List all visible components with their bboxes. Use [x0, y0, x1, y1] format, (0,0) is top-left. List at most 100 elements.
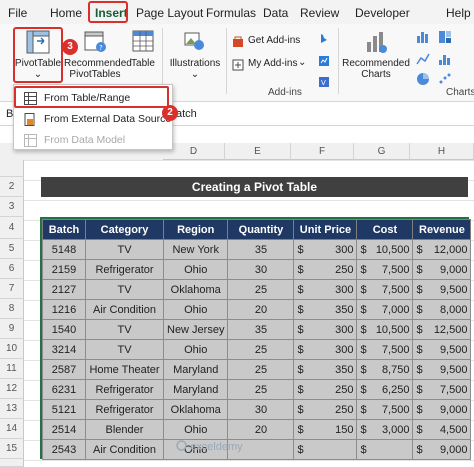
revenue-cell[interactable]: $9,500	[412, 359, 472, 380]
unit-price-cell[interactable]: $	[293, 439, 358, 460]
row-header[interactable]: 4	[0, 217, 24, 239]
batch-cell[interactable]: 1540	[42, 319, 86, 340]
tab-review[interactable]: Review	[300, 4, 339, 22]
unit-price-cell[interactable]: $300	[293, 339, 358, 360]
quantity-cell[interactable]: 25	[227, 379, 295, 400]
column-header-cell[interactable]: Batch	[42, 219, 86, 240]
category-cell[interactable]: Refrigerator	[85, 379, 164, 400]
formula-input[interactable]: atch	[176, 108, 197, 120]
batch-cell[interactable]: 5148	[42, 239, 86, 260]
quantity-cell[interactable]: 20	[227, 419, 295, 440]
table-button[interactable]: Table	[128, 28, 158, 82]
my-addins-button[interactable]: My Add-ins ⌄	[232, 57, 312, 73]
unit-price-cell[interactable]: $300	[293, 319, 358, 340]
revenue-cell[interactable]: $8,000	[412, 299, 472, 320]
recommended-pivottables-button[interactable]: ? Recommended PivotTables	[64, 28, 132, 82]
line-chart-icon[interactable]	[416, 52, 430, 66]
region-cell[interactable]: Oklahoma	[162, 399, 229, 420]
region-cell[interactable]: Ohio	[162, 299, 229, 320]
recommended-charts-button[interactable]: Recommended Charts	[342, 28, 410, 82]
column-header-f[interactable]: F	[291, 143, 354, 160]
region-cell[interactable]: New York	[162, 239, 229, 260]
batch-cell[interactable]: 6231	[42, 379, 86, 400]
category-cell[interactable]: TV	[85, 239, 164, 260]
category-cell[interactable]: Blender	[85, 419, 164, 440]
category-cell[interactable]: Refrigerator	[85, 399, 164, 420]
region-cell[interactable]: Ohio	[162, 339, 229, 360]
unit-price-cell[interactable]: $250	[293, 399, 358, 420]
get-addins-button[interactable]: Get Add-ins	[232, 34, 312, 50]
cost-cell[interactable]: $7,500	[356, 279, 414, 300]
unit-price-cell[interactable]: $250	[293, 379, 358, 400]
row-header[interactable]: 7	[0, 279, 24, 299]
row-header[interactable]: 2	[0, 177, 24, 197]
row-header[interactable]: 6	[0, 259, 24, 279]
region-cell[interactable]: Ohio	[162, 419, 229, 440]
batch-cell[interactable]: 2514	[42, 419, 86, 440]
unit-price-cell[interactable]: $150	[293, 419, 358, 440]
category-cell[interactable]: TV	[85, 339, 164, 360]
row-header[interactable]: 9	[0, 319, 24, 339]
tab-file[interactable]: File	[8, 4, 27, 22]
sheet-title[interactable]: Creating a Pivot Table	[41, 177, 468, 197]
revenue-cell[interactable]: $9,500	[412, 279, 472, 300]
cost-cell[interactable]: $10,500	[356, 319, 414, 340]
quantity-cell[interactable]: 25	[227, 279, 295, 300]
column-header-cell[interactable]: Unit Price	[293, 219, 358, 240]
revenue-cell[interactable]: $7,500	[412, 379, 472, 400]
revenue-cell[interactable]: $9,000	[412, 399, 472, 420]
column-header-g[interactable]: G	[354, 143, 410, 160]
unit-price-cell[interactable]: $300	[293, 239, 358, 260]
category-cell[interactable]: Home Theater	[85, 359, 164, 380]
region-cell[interactable]: Ohio	[162, 259, 229, 280]
unit-price-cell[interactable]: $250	[293, 259, 358, 280]
row-header[interactable]	[0, 160, 24, 177]
row-header[interactable]: 5	[0, 239, 24, 259]
quantity-cell[interactable]: 30	[227, 399, 295, 420]
category-cell[interactable]: Air Condition	[85, 439, 164, 460]
quantity-cell[interactable]: 25	[227, 359, 295, 380]
row-header[interactable]: 15	[0, 439, 24, 459]
row-header[interactable]: 12	[0, 379, 24, 399]
row-header[interactable]: 11	[0, 359, 24, 379]
row-header[interactable]: 8	[0, 299, 24, 319]
tab-formulas[interactable]: Formulas	[206, 4, 256, 22]
statistic-chart-icon[interactable]	[438, 52, 452, 66]
tab-home[interactable]: Home	[50, 4, 82, 22]
revenue-cell[interactable]: $9,000	[412, 259, 472, 280]
cost-cell[interactable]: $7,500	[356, 339, 414, 360]
quantity-cell[interactable]: 25	[227, 339, 295, 360]
batch-cell[interactable]: 5121	[42, 399, 86, 420]
quantity-cell[interactable]: 30	[227, 259, 295, 280]
cost-cell[interactable]: $10,500	[356, 239, 414, 260]
column-header-e[interactable]: E	[225, 143, 291, 160]
tab-data[interactable]: Data	[263, 4, 288, 22]
pie-chart-icon[interactable]	[416, 72, 430, 86]
cost-cell[interactable]: $	[356, 439, 414, 460]
revenue-cell[interactable]: $9,000	[412, 439, 472, 460]
region-cell[interactable]: Maryland	[162, 359, 229, 380]
unit-price-cell[interactable]: $350	[293, 359, 358, 380]
region-cell[interactable]: Oklahoma	[162, 279, 229, 300]
hierarchy-chart-icon[interactable]	[438, 30, 452, 44]
cost-cell[interactable]: $6,250	[356, 379, 414, 400]
cost-cell[interactable]: $3,000	[356, 419, 414, 440]
menu-item-from-external-data-source[interactable]: From External Data Source	[16, 109, 171, 129]
column-header-cell[interactable]: Category	[85, 219, 164, 240]
row-header[interactable]: 13	[0, 399, 24, 419]
revenue-cell[interactable]: $9,500	[412, 339, 472, 360]
category-cell[interactable]: TV	[85, 279, 164, 300]
tab-page-layout[interactable]: Page Layout	[136, 4, 203, 22]
region-cell[interactable]: Maryland	[162, 379, 229, 400]
row-header[interactable]: 14	[0, 419, 24, 439]
scatter-chart-icon[interactable]	[438, 72, 452, 86]
batch-cell[interactable]: 2543	[42, 439, 86, 460]
row-header[interactable]: 10	[0, 339, 24, 359]
bing-icon[interactable]	[318, 33, 330, 45]
batch-cell[interactable]: 2587	[42, 359, 86, 380]
unit-price-cell[interactable]: $300	[293, 279, 358, 300]
column-header-cell[interactable]: Cost	[356, 219, 414, 240]
column-header-cell[interactable]: Revenue	[412, 219, 472, 240]
category-cell[interactable]: Refrigerator	[85, 259, 164, 280]
batch-cell[interactable]: 2159	[42, 259, 86, 280]
